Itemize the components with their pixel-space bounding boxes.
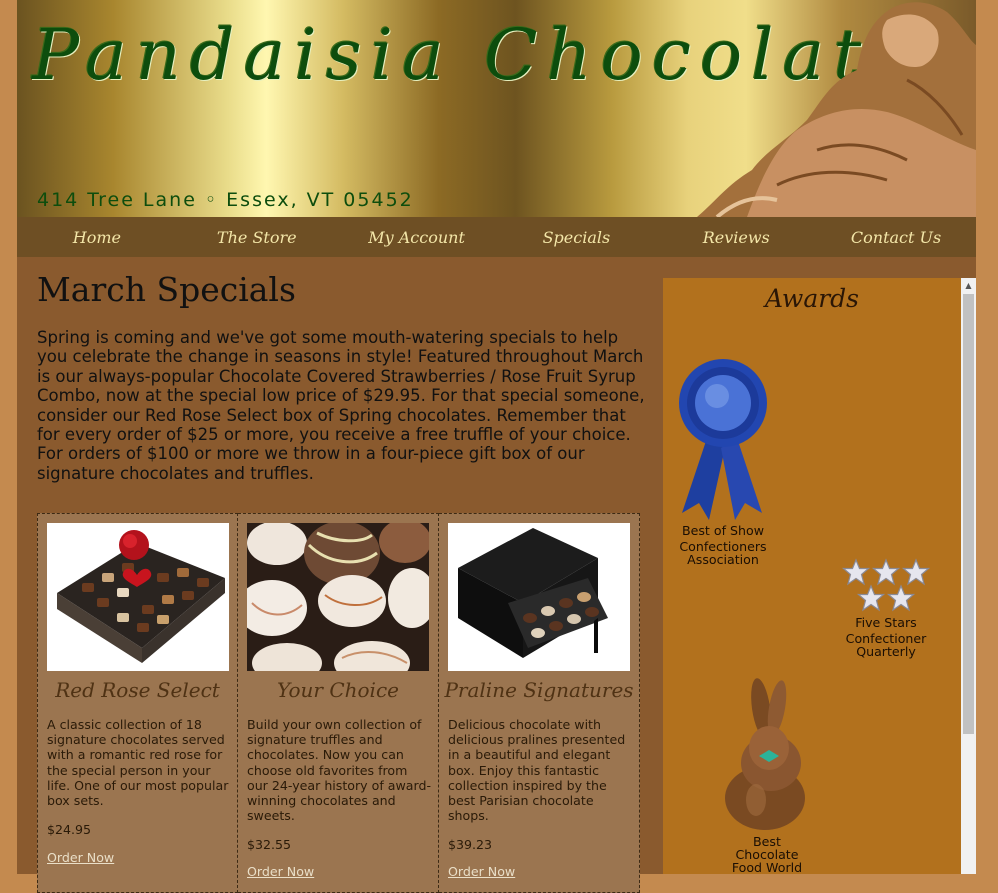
nav-contact-us[interactable]: Contact Us <box>816 228 976 247</box>
product-price: $39.23 <box>448 837 493 852</box>
award-line: Five Stars <box>855 615 917 630</box>
order-now-link[interactable]: Order Now <box>448 864 515 879</box>
order-now-link[interactable]: Order Now <box>247 864 314 879</box>
award-caption: Five Stars Confectioner Quarterly <box>835 616 937 658</box>
product-name: Praline Signatures <box>444 678 634 702</box>
award-caption: Best of Show Confectioners Association <box>673 524 773 566</box>
header-banner: Pandaisia Chocolates 414 Tree Lane ◦ Ess… <box>17 0 976 217</box>
main-nav: Home The Store My Account Specials Revie… <box>17 217 976 257</box>
product-description: Delicious chocolate with delicious prali… <box>448 717 626 824</box>
chocolate-bunny-icon <box>725 678 805 830</box>
product-name: Your Choice <box>277 678 399 702</box>
awards-sidebar: Awards Best of Show Confectioners Associ… <box>663 278 961 874</box>
site-address: 414 Tree Lane ◦ Essex, VT 05452 <box>37 189 414 211</box>
scroll-thumb[interactable] <box>963 294 974 734</box>
product-card: Praline Signatures Delicious chocolate w… <box>439 513 640 893</box>
product-price: $32.55 <box>247 837 292 852</box>
product-grid: Red Rose Select A classic collection of … <box>37 513 643 893</box>
nav-reviews[interactable]: Reviews <box>656 228 816 247</box>
award-line: Quarterly <box>856 644 916 659</box>
page-title: March Specials <box>37 270 296 309</box>
five-stars-icon <box>842 559 930 611</box>
intro-paragraph: Spring is coming and we've got some mout… <box>37 328 645 483</box>
award-line: Best of Show <box>681 523 764 538</box>
nav-home[interactable]: Home <box>17 228 177 247</box>
your-choice-image[interactable] <box>247 523 429 671</box>
order-now-link[interactable]: Order Now <box>47 850 114 865</box>
product-description: A classic collection of 18 signature cho… <box>47 717 229 809</box>
nav-specials[interactable]: Specials <box>496 228 656 247</box>
nav-the-store[interactable]: The Store <box>177 228 337 247</box>
product-price: $24.95 <box>47 822 92 837</box>
praline-signatures-image[interactable] <box>448 523 630 671</box>
award-caption: Best Chocolate Food World <box>715 835 819 874</box>
red-rose-select-image[interactable] <box>47 523 229 671</box>
awards-heading: Awards <box>764 284 860 313</box>
award-line: Food World <box>731 860 803 874</box>
scroll-up-icon[interactable]: ▲ <box>961 278 976 294</box>
award-line: Association <box>687 552 759 567</box>
sidebar-scrollbar[interactable]: ▲ <box>961 278 976 874</box>
product-name: Red Rose Select <box>55 678 220 702</box>
product-card: Red Rose Select A classic collection of … <box>37 513 238 893</box>
nav-my-account[interactable]: My Account <box>337 228 497 247</box>
blue-ribbon-icon <box>679 359 767 520</box>
product-description: Build your own collection of signature t… <box>247 717 432 824</box>
page-container: Pandaisia Chocolates 414 Tree Lane ◦ Ess… <box>17 0 976 893</box>
product-card: Your Choice Build your own collection of… <box>238 513 439 893</box>
statue-illustration <box>697 0 976 217</box>
